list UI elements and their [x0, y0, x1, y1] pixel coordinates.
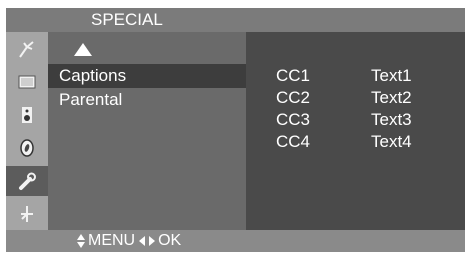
caption-options-panel: CC1 Text1 CC2 Text2 CC3 Text3 CC4 Text4 — [246, 32, 465, 230]
menu-item-captions[interactable]: Captions — [48, 64, 246, 88]
up-down-arrows-icon — [77, 234, 85, 248]
footer-help-bar: MENU OK — [6, 230, 465, 252]
left-right-arrows-icon — [139, 236, 156, 246]
menu-item-label: Parental — [59, 90, 123, 109]
osd-menu-window: SPECIAL Captions Parental CC1 Text1 CC2 … — [6, 8, 465, 252]
menu-hint-label: MENU — [88, 232, 136, 249]
screen-icon[interactable] — [8, 67, 46, 97]
option-text-label: Text2 — [371, 88, 412, 107]
antenna-icon[interactable] — [8, 34, 46, 64]
submenu-list: Captions Parental — [48, 32, 246, 230]
category-icon-column — [6, 32, 48, 230]
setup-icon[interactable] — [8, 199, 46, 229]
title-bar: SPECIAL — [6, 8, 465, 32]
speaker-icon[interactable] — [8, 100, 46, 130]
option-cc-label: CC4 — [276, 132, 311, 151]
option-row[interactable]: CC2 Text2 — [246, 87, 465, 109]
option-row[interactable]: CC3 Text3 — [246, 109, 465, 131]
option-row[interactable]: CC4 Text4 — [246, 131, 465, 153]
option-cc-label: CC2 — [276, 88, 311, 107]
page-title: SPECIAL — [91, 10, 163, 29]
special-wrench-icon[interactable] — [6, 166, 48, 196]
clock-icon[interactable] — [8, 133, 46, 163]
option-row[interactable]: CC1 Text1 — [246, 65, 465, 87]
menu-item-label: Captions — [59, 66, 127, 85]
menu-item-parental[interactable]: Parental — [48, 88, 246, 112]
option-text-label: Text3 — [371, 110, 412, 129]
option-text-label: Text1 — [371, 66, 412, 85]
option-cc-label: CC1 — [276, 66, 311, 85]
footer-hints: MENU OK — [76, 230, 181, 252]
scroll-up-arrow-icon[interactable] — [74, 43, 92, 56]
option-cc-label: CC3 — [276, 110, 311, 129]
option-text-label: Text4 — [371, 132, 412, 151]
ok-hint-label: OK — [158, 232, 182, 249]
